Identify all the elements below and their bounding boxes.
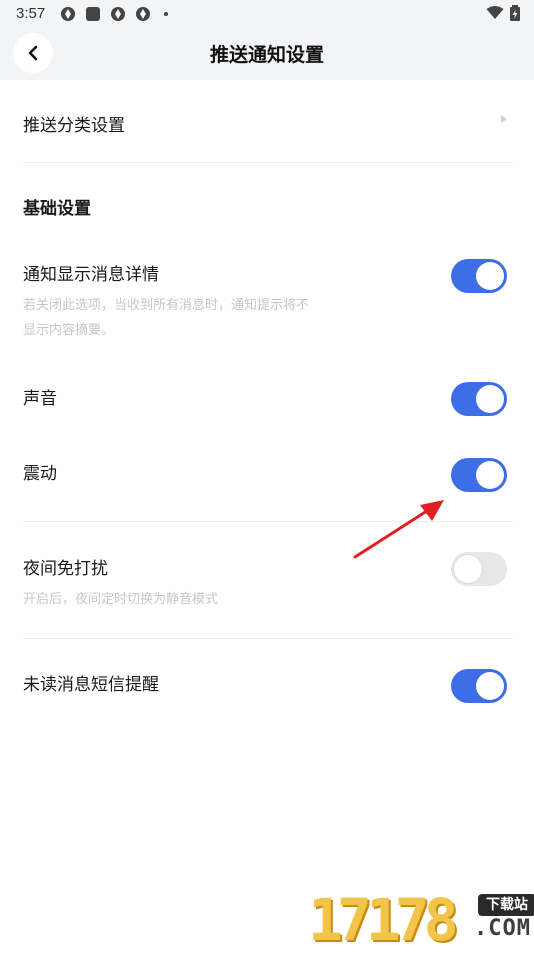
toggle-knob (454, 555, 482, 583)
setting-description: 若关闭此选项，当收到所有消息时，通知提示将不显示内容摘要。 (23, 298, 310, 338)
watermark-number: 17178 (308, 886, 459, 954)
toggle-notification-details[interactable] (451, 259, 507, 293)
watermark-badge: 下载站 (478, 894, 534, 916)
setting-label: 未读消息短信提醒 (23, 675, 159, 695)
setting-row-notification-details: 通知显示消息详情 若关闭此选项，当收到所有消息时，通知提示将不显示内容摘要。 (23, 250, 513, 350)
toggle-knob (476, 385, 504, 413)
toggle-knob (476, 262, 504, 290)
annotation-arrow-icon (353, 500, 444, 559)
status-system-icons (486, 5, 520, 21)
status-time: 3:57 (16, 5, 46, 22)
divider (23, 162, 513, 163)
setting-row-vibration: 震动 (23, 450, 513, 500)
app-header: 推送通知设置 (0, 28, 534, 80)
toggle-knob (476, 461, 504, 489)
toggle-sound[interactable] (451, 382, 507, 416)
status-bar: 3:57 (0, 0, 534, 28)
setting-label: 震动 (23, 464, 57, 484)
push-category-row[interactable]: 推送分类设置 (23, 98, 513, 148)
page-title: 推送通知设置 (209, 44, 324, 66)
divider (23, 638, 513, 639)
chevron-right-icon (501, 115, 507, 123)
setting-label: 声音 (23, 389, 57, 409)
status-notification-icons (60, 6, 168, 22)
section-title-basic: 基础设置 (23, 199, 91, 219)
setting-row-sound: 声音 (23, 374, 513, 424)
toggle-knob (476, 672, 504, 700)
watermark-logo: 17178 下载站 .COM (308, 890, 534, 950)
setting-label: 通知显示消息详情 (23, 265, 159, 285)
setting-description: 开启后，夜间定时切换为静音模式 (23, 592, 219, 607)
dot-icon (164, 12, 168, 16)
toggle-unread-sms[interactable] (451, 669, 507, 703)
aperture-icon (111, 7, 125, 21)
square-app-icon (86, 7, 100, 21)
setting-label: 夜间免打扰 (23, 559, 108, 579)
wifi-icon (486, 6, 504, 19)
aperture-icon (136, 7, 150, 21)
toggle-vibration[interactable] (451, 458, 507, 492)
push-category-label: 推送分类设置 (23, 116, 125, 136)
aperture-icon (61, 7, 75, 21)
setting-row-unread-sms: 未读消息短信提醒 (23, 660, 513, 710)
watermark-domain: .COM (474, 916, 531, 941)
toggle-do-not-disturb[interactable] (451, 552, 507, 586)
battery-charging-icon (510, 5, 520, 21)
